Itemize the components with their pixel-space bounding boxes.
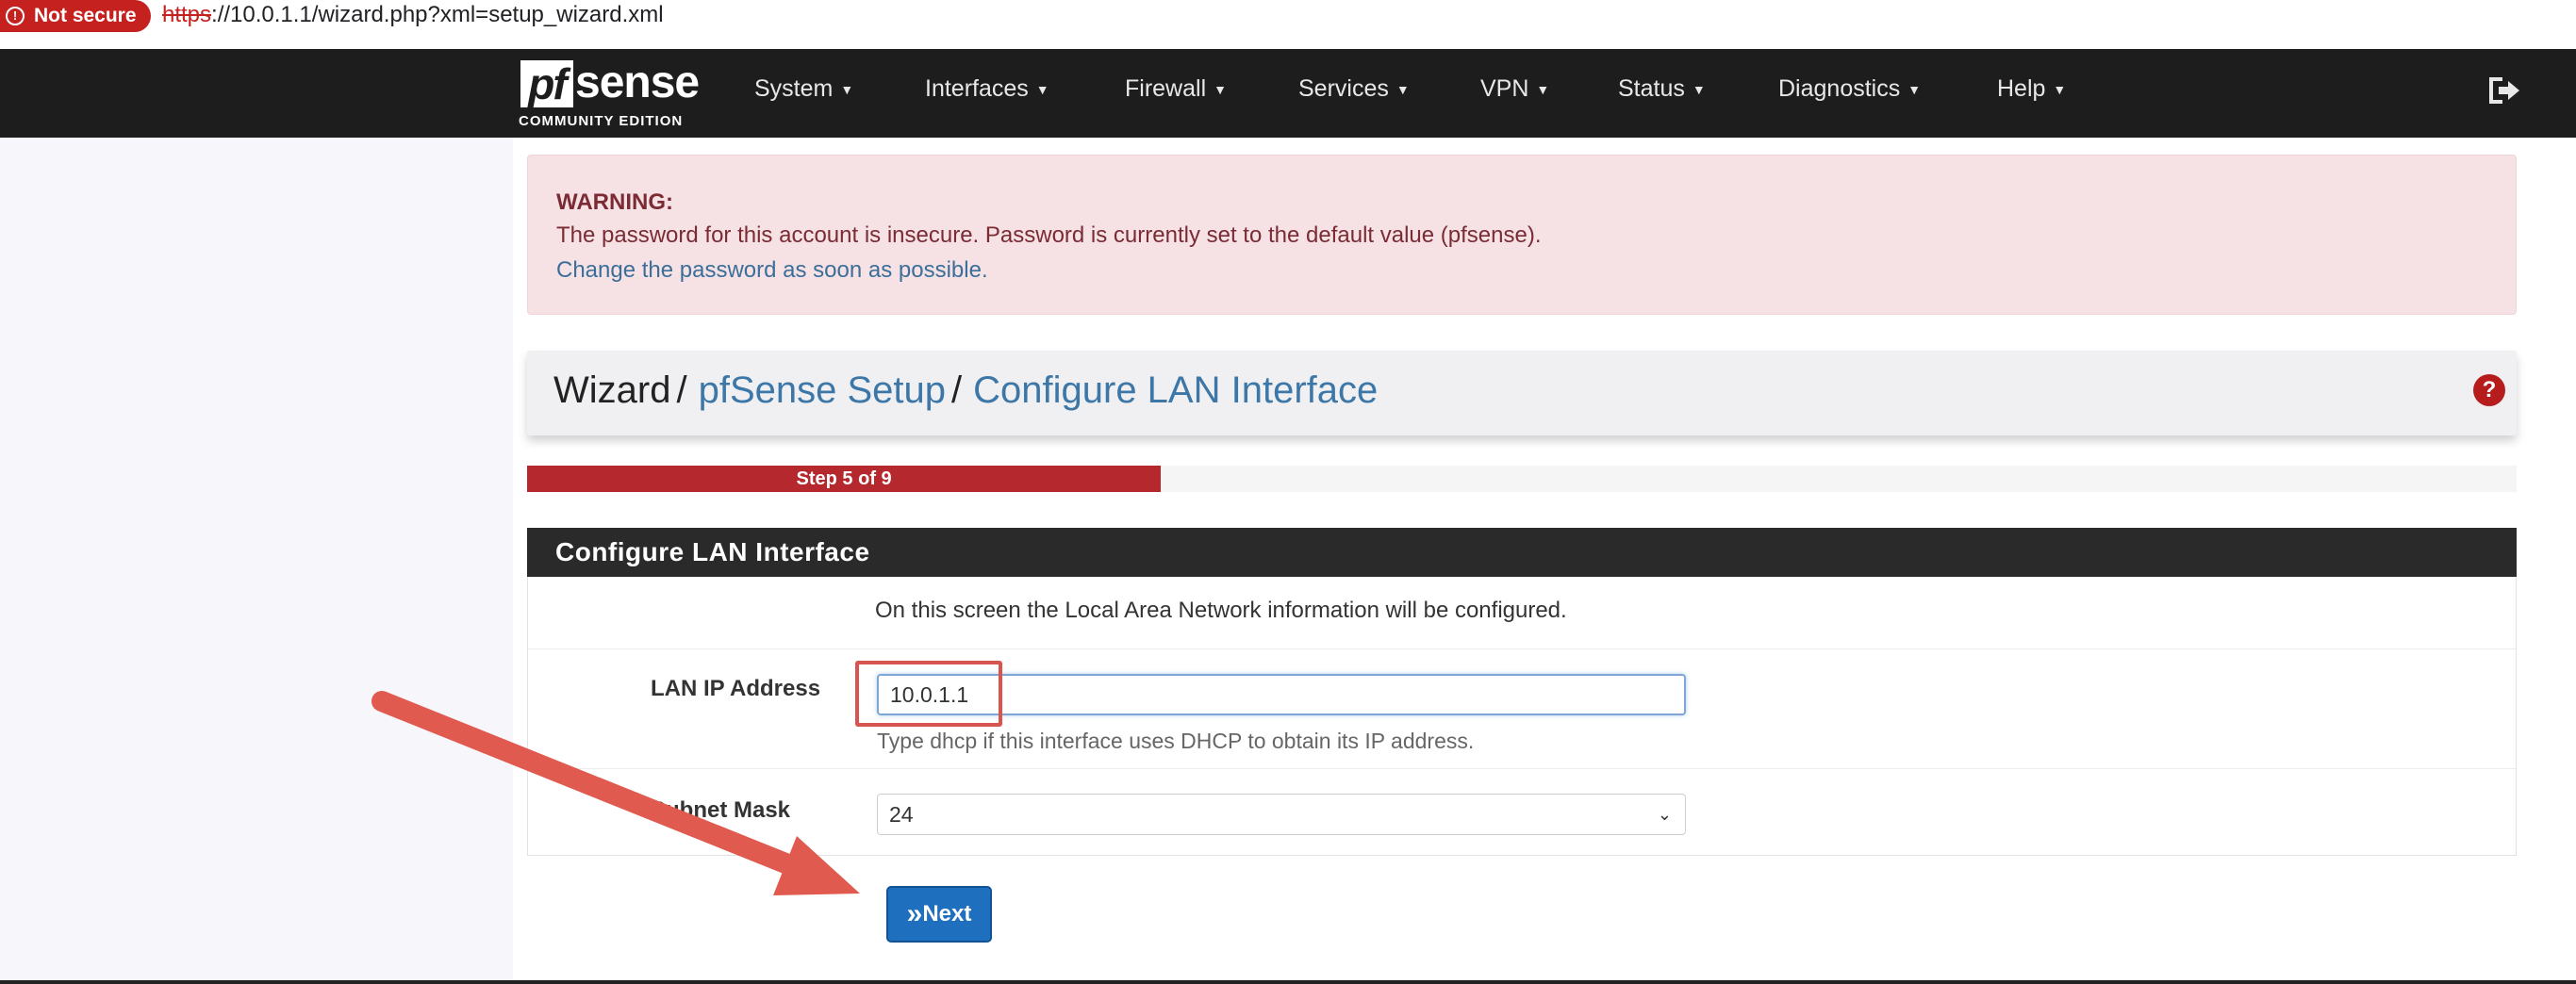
intro-text: On this screen the Local Area Network in… [875, 598, 1567, 623]
warning-icon: ! [6, 7, 25, 25]
configure-lan-panel: Configure LAN Interface On this screen t… [527, 528, 2517, 856]
warning-title: WARNING: [556, 189, 673, 215]
top-navbar: pf sense COMMUNITY EDITION System ▼ Inter… [0, 49, 2576, 138]
panel-title: Configure LAN Interface [527, 528, 2517, 577]
bottom-border [0, 980, 2576, 984]
caret-down-icon: ▼ [840, 82, 854, 98]
nav-interfaces[interactable]: Interfaces ▼ [925, 75, 1049, 103]
subnet-mask-select[interactable]: 24 ⌄ [877, 794, 1686, 835]
warning-message: The password for this account is insecur… [556, 222, 1542, 248]
nav-vpn-label: VPN [1480, 75, 1529, 102]
next-button-label: Next [922, 901, 972, 927]
lan-ip-row: LAN IP Address Type dhcp if this interfa… [528, 649, 2516, 769]
nav-services-label: Services [1298, 75, 1389, 102]
subnet-mask-value: 24 [889, 802, 914, 827]
annotation-highlight-box [855, 661, 1002, 727]
nav-firewall[interactable]: Firewall ▼ [1125, 75, 1227, 103]
lan-ip-label: LAN IP Address [651, 676, 821, 701]
subnet-mask-row: Subnet Mask 24 ⌄ [528, 769, 2516, 856]
double-chevron-right-icon: » [906, 898, 923, 929]
caret-down-icon: ▼ [1536, 82, 1550, 98]
url-path: ://10.0.1.1/wizard.php?xml=setup_wizard.… [211, 2, 664, 27]
breadcrumb-separator: / [951, 369, 963, 411]
left-gutter [0, 138, 513, 984]
url-text[interactable]: https://10.0.1.1/wizard.php?xml=setup_wi… [162, 2, 664, 28]
nav-services[interactable]: Services ▼ [1298, 75, 1410, 103]
breadcrumb-separator: / [676, 369, 687, 411]
progress-fill: Step 5 of 9 [527, 466, 1162, 492]
nav-firewall-label: Firewall [1125, 75, 1207, 102]
nav-system-label: System [754, 75, 834, 102]
help-icon[interactable]: ? [2473, 374, 2505, 406]
intro-row: On this screen the Local Area Network in… [528, 577, 2516, 649]
nav-help[interactable]: Help ▼ [1997, 75, 2066, 103]
caret-down-icon: ▼ [1214, 82, 1227, 98]
warning-alert: WARNING: The password for this account i… [527, 155, 2517, 315]
breadcrumb-wizard: Wizard [553, 369, 671, 411]
subnet-mask-label: Subnet Mask [651, 797, 791, 823]
breadcrumb: Wizard / pfSense Setup / Configure LAN Inter… [553, 369, 1378, 412]
next-button[interactable]: » Next [886, 886, 992, 943]
caret-down-icon: ▼ [1035, 82, 1049, 98]
caret-down-icon: ▼ [1907, 82, 1922, 98]
lan-ip-hint: Type dhcp if this interface uses DHCP to… [877, 729, 1475, 753]
not-secure-label: Not secure [34, 5, 137, 26]
logo-sense: sense [575, 57, 700, 107]
logout-icon[interactable] [2485, 72, 2523, 109]
nav-help-label: Help [1997, 75, 2046, 102]
breadcrumb-pfsense-setup[interactable]: pfSense Setup [699, 369, 946, 411]
change-password-link[interactable]: Change the password as soon as possible. [556, 257, 988, 284]
nav-system[interactable]: System ▼ [754, 75, 853, 103]
nav-diagnostics-label: Diagnostics [1778, 75, 1901, 102]
nav-interfaces-label: Interfaces [925, 75, 1029, 102]
pfsense-logo[interactable]: pf sense COMMUNITY EDITION [519, 57, 707, 132]
breadcrumb-panel: Wizard / pfSense Setup / Configure LAN Inter… [527, 351, 2517, 435]
breadcrumb-configure-lan[interactable]: Configure LAN Interface [973, 369, 1378, 411]
nav-vpn[interactable]: VPN ▼ [1480, 75, 1549, 103]
chevron-down-icon: ⌄ [1657, 805, 1672, 824]
logo-pf: pf [520, 60, 573, 107]
nav-status[interactable]: Status ▼ [1618, 75, 1706, 103]
not-secure-badge[interactable]: ! Not secure [0, 0, 151, 32]
nav-diagnostics[interactable]: Diagnostics ▼ [1778, 75, 1921, 103]
caret-down-icon: ▼ [1692, 82, 1706, 98]
caret-down-icon: ▼ [2053, 82, 2067, 98]
nav-status-label: Status [1618, 75, 1685, 102]
address-bar[interactable]: ! Not secure https://10.0.1.1/wizard.php… [0, 0, 2576, 49]
logo-edition: COMMUNITY EDITION [519, 113, 684, 129]
url-scheme: https [162, 2, 212, 27]
caret-down-icon: ▼ [1395, 82, 1410, 98]
progress-bar: Step 5 of 9 [527, 466, 2517, 492]
